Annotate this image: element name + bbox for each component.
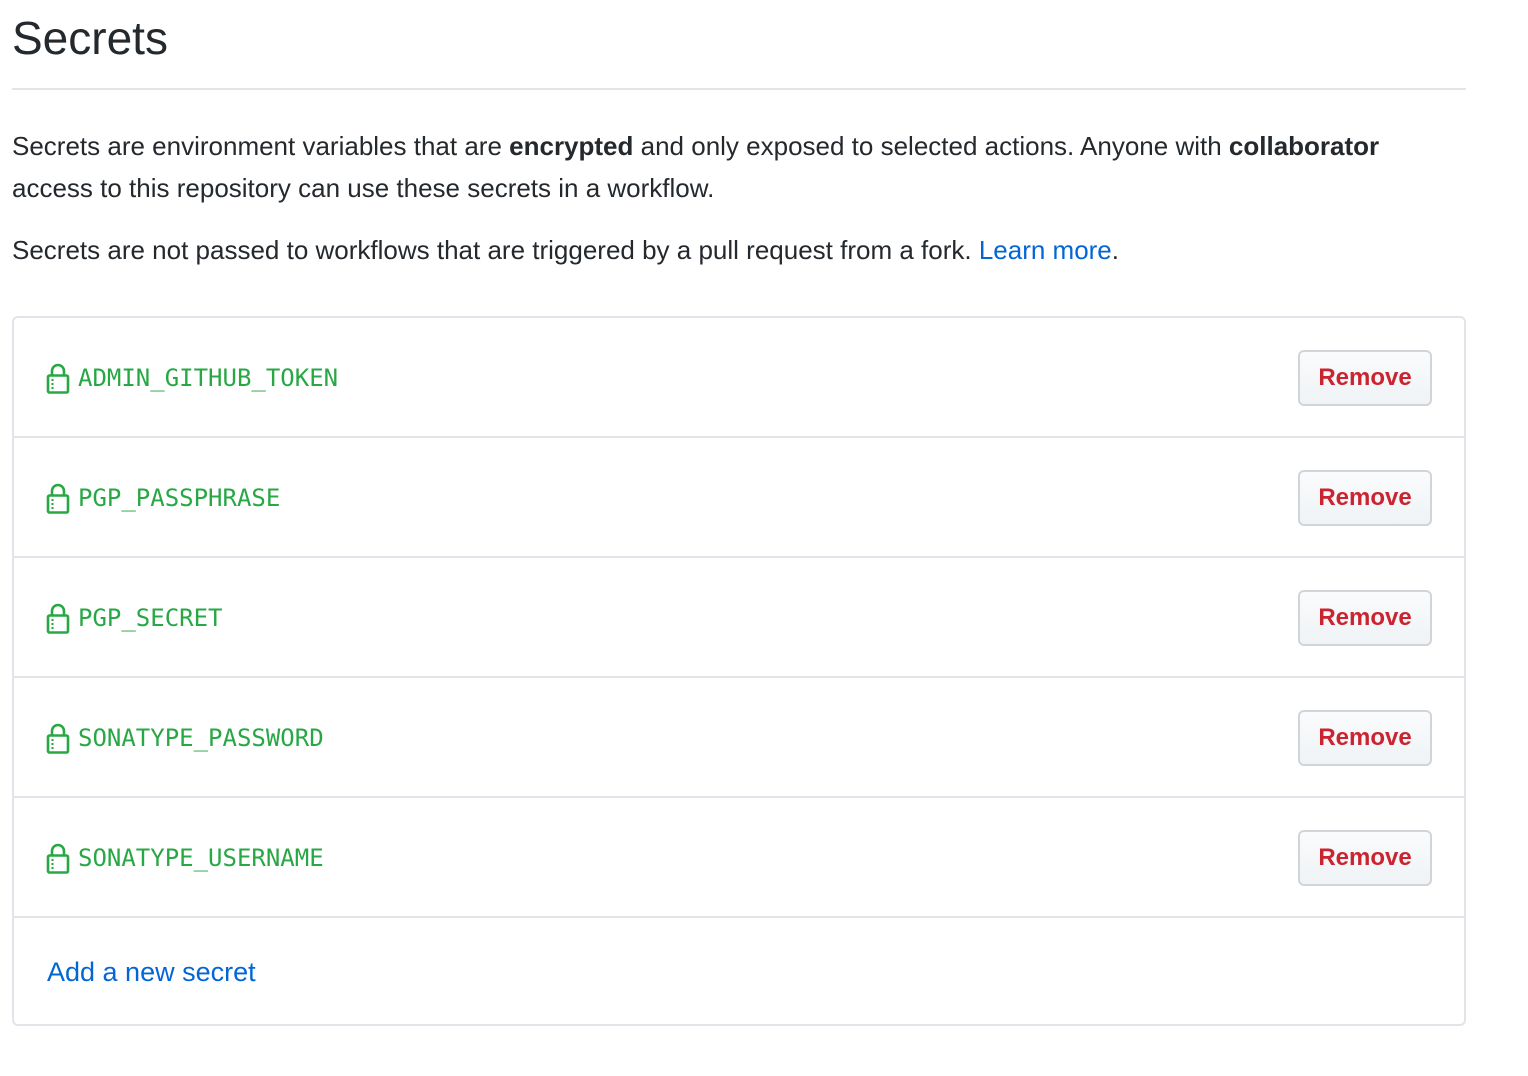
page-title: Secrets — [12, 0, 1466, 90]
secrets-description: Secrets are environment variables that a… — [12, 125, 1466, 209]
secret-name: SONATYPE_PASSWORD — [78, 724, 324, 752]
description-text: access to this repository can use these … — [12, 173, 715, 203]
learn-more-link[interactable]: Learn more — [979, 235, 1112, 265]
secret-name: PGP_PASSPHRASE — [78, 484, 281, 512]
fork-note-text: Secrets are not passed to workflows that… — [12, 235, 979, 265]
add-new-secret-link[interactable]: Add a new secret — [47, 954, 256, 990]
lock-icon — [46, 483, 70, 514]
add-secret-row: Add a new secret — [14, 918, 1464, 1024]
lock-icon — [46, 723, 70, 754]
description-bold-collaborator: collaborator — [1228, 131, 1380, 161]
secret-name: SONATYPE_USERNAME — [78, 844, 324, 872]
secret-row: SONATYPE_PASSWORD Remove — [14, 678, 1464, 798]
remove-secret-button[interactable]: Remove — [1298, 470, 1432, 526]
secret-row: ADMIN_GITHUB_TOKEN Remove — [14, 318, 1464, 438]
remove-secret-button[interactable]: Remove — [1298, 590, 1432, 646]
fork-note-period: . — [1111, 235, 1120, 265]
lock-icon — [46, 843, 70, 874]
fork-note: Secrets are not passed to workflows that… — [12, 229, 1466, 271]
secret-row: SONATYPE_USERNAME Remove — [14, 798, 1464, 918]
lock-icon — [46, 603, 70, 634]
secrets-page: Secrets Secrets are environment variable… — [12, 0, 1466, 1026]
secrets-list: ADMIN_GITHUB_TOKEN Remove PGP_PASSPHRASE… — [12, 316, 1466, 1026]
description-text: and only exposed to selected actions. An… — [633, 131, 1229, 161]
remove-secret-button[interactable]: Remove — [1298, 350, 1432, 406]
secret-name: ADMIN_GITHUB_TOKEN — [78, 364, 339, 392]
secret-name: PGP_SECRET — [78, 604, 223, 632]
secret-row: PGP_PASSPHRASE Remove — [14, 438, 1464, 558]
lock-icon — [46, 363, 70, 394]
remove-secret-button[interactable]: Remove — [1298, 830, 1432, 886]
remove-secret-button[interactable]: Remove — [1298, 710, 1432, 766]
description-bold-encrypted: encrypted — [509, 131, 634, 161]
description-text: Secrets are environment variables that a… — [12, 131, 510, 161]
secret-row: PGP_SECRET Remove — [14, 558, 1464, 678]
